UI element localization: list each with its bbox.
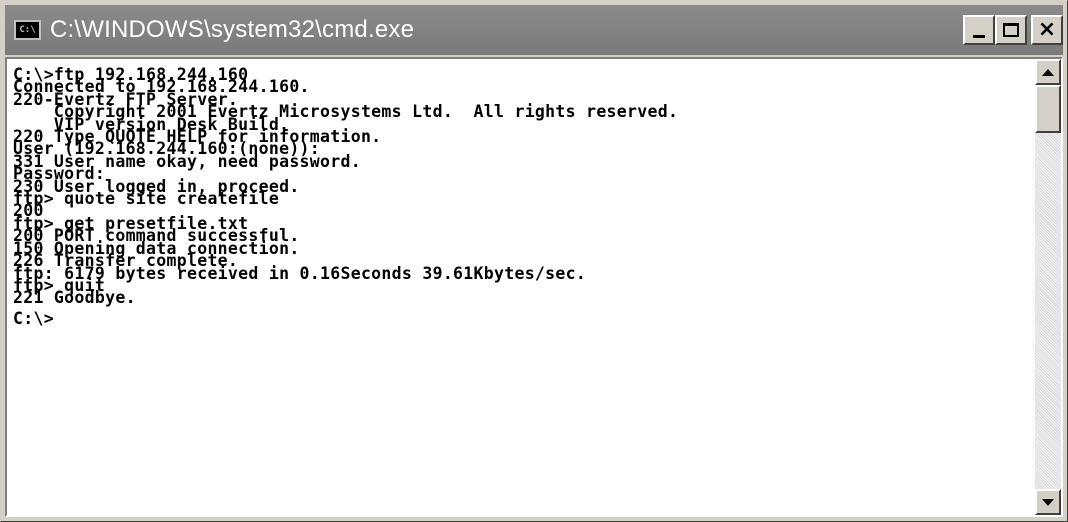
console-line: ftp> quote site createfile (13, 189, 280, 209)
console-line: 221 Goodbye. (13, 288, 136, 308)
scrollbar-thumb[interactable] (1035, 85, 1061, 133)
caption-buttons: × (963, 15, 1063, 45)
cmd-window: C:\ C:\WINDOWS\system32\cmd.exe × C:\>ft… (0, 0, 1068, 522)
scroll-up-arrow-icon (1042, 68, 1054, 76)
cmd-icon[interactable]: C:\ (14, 20, 41, 40)
title-bar[interactable]: C:\ C:\WINDOWS\system32\cmd.exe × (5, 5, 1063, 55)
maximize-icon (1003, 23, 1019, 37)
console-line: 331 User name okay, need password. (13, 151, 361, 171)
vertical-scrollbar[interactable] (1035, 59, 1061, 515)
console-frame: C:\>ftp 192.168.244.160 Connected to 192.… (5, 57, 1063, 517)
maximize-button[interactable] (995, 15, 1027, 45)
console-line: C:\> (13, 308, 54, 328)
scroll-down-arrow-icon (1042, 498, 1054, 506)
close-button[interactable]: × (1031, 15, 1063, 45)
minimize-button[interactable] (963, 15, 995, 45)
console-line: ftp: 6179 bytes received in 0.16Seconds … (13, 263, 587, 283)
scroll-down-button[interactable] (1035, 489, 1061, 515)
cmd-icon-label: C:\ (19, 24, 36, 35)
console-output[interactable]: C:\>ftp 192.168.244.160 Connected to 192.… (7, 59, 1035, 515)
window-title: C:\WINDOWS\system32\cmd.exe (50, 16, 415, 43)
close-icon: × (1037, 17, 1057, 42)
minimize-icon (973, 34, 985, 38)
scroll-up-button[interactable] (1035, 59, 1061, 85)
